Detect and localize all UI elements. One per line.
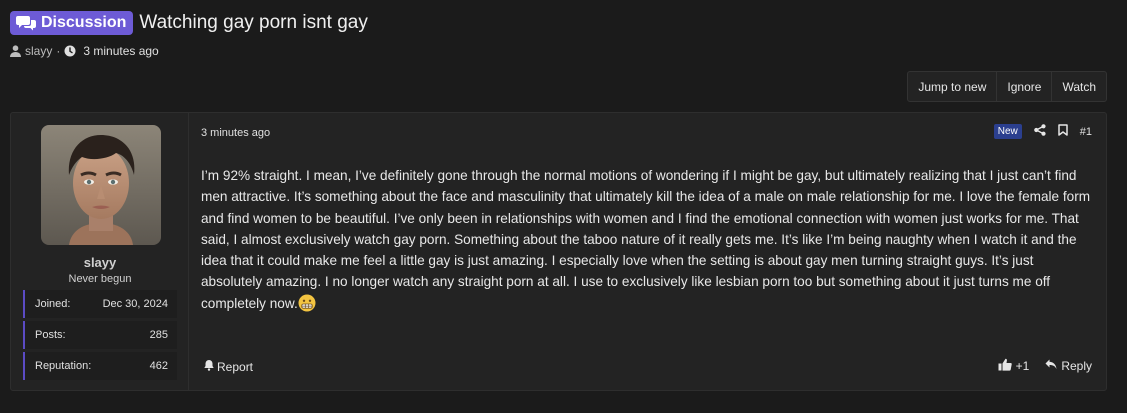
stat-value: Dec 30, 2024: [102, 298, 168, 310]
post-body-text: I’m 92% straight. I mean, I’ve definitel…: [201, 168, 1091, 311]
stat-posts: Posts: 285: [23, 321, 177, 349]
avatar[interactable]: [41, 125, 161, 245]
thread-actions: Jump to new Ignore Watch: [907, 71, 1107, 102]
stat-joined: Joined: Dec 30, 2024: [23, 290, 177, 318]
user-stats: Joined: Dec 30, 2024 Posts: 285 Reputati…: [23, 290, 177, 383]
report-label: Report: [217, 359, 254, 374]
watch-button[interactable]: Watch: [1052, 72, 1106, 101]
stat-label: Reputation:: [35, 360, 92, 372]
title-row: Discussion Watching gay porn isnt gay: [10, 10, 1117, 36]
thread-header: Discussion Watching gay porn isnt gay sl…: [10, 10, 1117, 60]
grimacing-face-icon: [298, 294, 316, 318]
username[interactable]: slayy: [11, 255, 189, 270]
post-body: I’m 92% straight. I mean, I’ve definitel…: [201, 165, 1097, 318]
thread-time[interactable]: 3 minutes ago: [83, 44, 158, 58]
reply-label: Reply: [1061, 359, 1092, 373]
share-icon[interactable]: [1033, 124, 1046, 139]
post-number[interactable]: #1: [1080, 126, 1092, 138]
ignore-button[interactable]: Ignore: [997, 72, 1053, 101]
prefix-badge[interactable]: Discussion: [10, 11, 134, 35]
post-footer-actions: +1 Reply: [998, 358, 1092, 374]
meta-separator: ·: [56, 44, 61, 58]
stat-reputation: Reputation: 462: [23, 352, 177, 380]
thread-meta: slayy · 3 minutes ago: [10, 42, 1117, 60]
user-title: Never begun: [68, 273, 132, 285]
report-button[interactable]: Report: [203, 359, 253, 374]
reaction-count: +1: [1015, 359, 1030, 373]
reply-icon: [1045, 359, 1057, 373]
prefix-label: Discussion: [41, 14, 127, 31]
chat-bubbles-icon: [16, 15, 36, 31]
reaction-button[interactable]: +1: [998, 358, 1030, 374]
reply-button[interactable]: Reply: [1045, 359, 1092, 373]
stat-label: Joined:: [35, 298, 71, 310]
thumbs-up-icon: [998, 358, 1012, 374]
post: slayy Never begun Joined: Dec 30, 2024 P…: [10, 112, 1107, 391]
jump-to-new-button[interactable]: Jump to new: [908, 72, 998, 101]
clock-icon: [64, 45, 76, 57]
post-tools: New #1: [993, 124, 1092, 139]
stat-label: Posts:: [35, 329, 66, 341]
user-icon: [10, 45, 21, 57]
post-time[interactable]: 3 minutes ago: [201, 127, 270, 139]
thread-title: Watching gay porn isnt gay: [139, 12, 368, 33]
bell-icon: [203, 359, 215, 374]
new-badge: New: [993, 124, 1022, 139]
bookmark-icon[interactable]: [1058, 124, 1068, 139]
stat-value: 285: [149, 329, 168, 341]
thread-author[interactable]: slayy: [25, 44, 52, 58]
post-content: 3 minutes ago New #1 I’m 92% straight. I…: [189, 113, 1106, 390]
stat-value: 462: [149, 360, 168, 372]
user-info: slayy Never begun Joined: Dec 30, 2024 P…: [11, 113, 189, 390]
